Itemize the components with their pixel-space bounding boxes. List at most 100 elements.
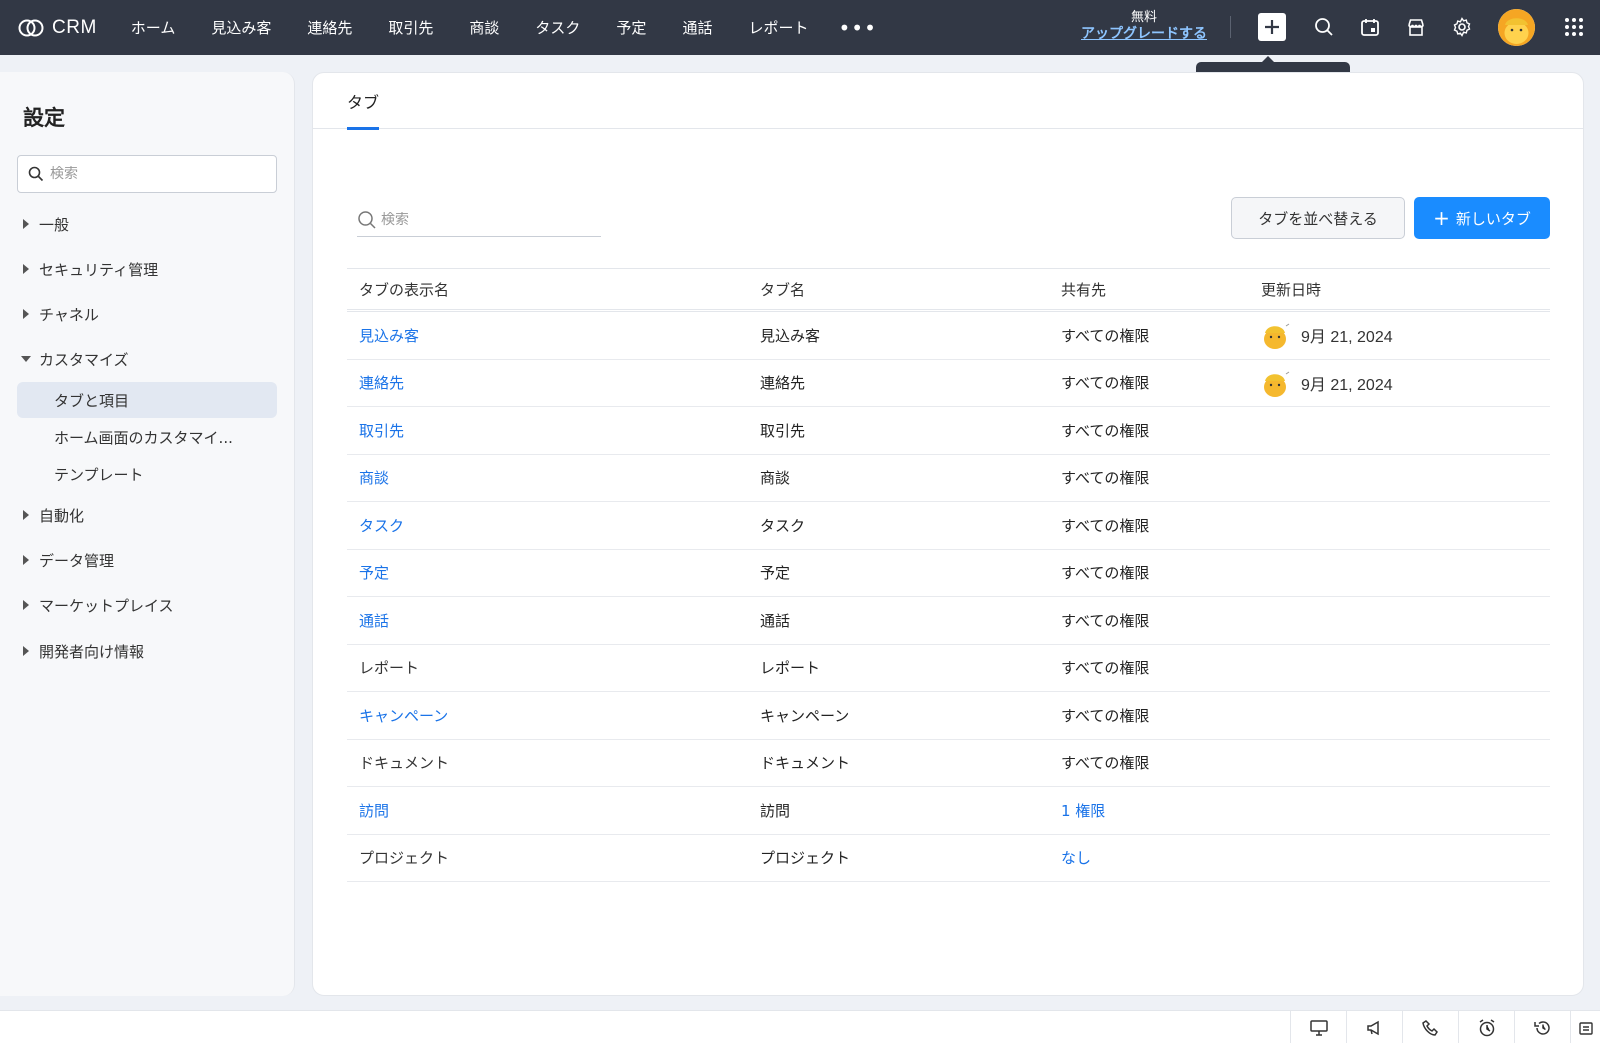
grid-icon [1565,18,1583,36]
tab-name: キャンペーン [760,706,850,725]
nav-contacts[interactable]: 連絡先 [307,17,352,38]
search-button[interactable] [1310,13,1338,41]
sidebar-item-developer[interactable]: 開発者向け情報 [17,633,144,669]
nav-more-icon[interactable]: ••• [838,16,876,40]
tab-display-link[interactable]: 取引先 [347,420,748,441]
nav-events[interactable]: 予定 [616,17,646,38]
tab-display-link[interactable]: 訪問 [347,800,748,821]
caret-right-icon [17,555,35,565]
tab-display-link[interactable]: 商談 [347,467,748,488]
gear-icon [1453,17,1471,37]
sidebar-search-input[interactable] [50,166,250,182]
sidebar-item-data-management[interactable]: データ管理 [17,542,114,578]
table-row: 予定 予定 すべての権限 [347,550,1550,597]
upgrade-link[interactable]: アップグレードする [1070,26,1218,43]
sidebar-item-customize[interactable]: カスタマイズ [17,341,129,377]
table-row: キャンペーン キャンペーン すべての権限 [347,692,1550,740]
sidebar-item-label: 開発者向け情報 [39,642,145,661]
table-row: レポート レポート すべての権限 [347,645,1550,692]
table-row: 連絡先 連絡先 すべての権限 9月 21, 2024 [347,360,1550,407]
avatar-icon [1498,9,1535,46]
header-modified[interactable]: 更新日時 [1249,279,1550,300]
shared-with-link[interactable]: なし [1049,847,1249,868]
tab-display-link[interactable]: 連絡先 [347,372,748,393]
settings-button[interactable] [1448,13,1476,41]
recent-items-button[interactable] [1514,1011,1570,1043]
nav-tasks[interactable]: タスク [535,17,580,38]
nav-leads[interactable]: 見込み客 [211,17,271,38]
tab-name: 通話 [760,611,791,630]
announcements-button[interactable] [1346,1011,1402,1043]
tab-name: プロジェクト [760,849,851,868]
sidebar-subitem-tabs-fields[interactable]: タブと項目 [17,382,277,418]
sidebar-item-security[interactable]: セキュリティ管理 [17,251,158,287]
tabs-search-input[interactable] [381,211,591,228]
shared-with: すべての権限 [1061,564,1150,583]
shared-with: すべての権限 [1061,611,1150,630]
tabs-table: タブの表示名 タブ名 共有先 更新日時 見込み客 見込み客 すべての権限 9月 … [347,268,1550,882]
nav-deals[interactable]: 商談 [469,17,499,38]
user-avatar[interactable] [1498,9,1535,46]
tab-name: タスク [760,516,806,535]
calendar-button[interactable] [1356,13,1384,41]
nav-calls[interactable]: 通話 [682,17,712,38]
tabs-search[interactable] [357,203,601,237]
table-row: ドキュメント ドキュメント すべての権限 [347,740,1550,787]
shared-with: すべての権限 [1061,516,1150,535]
modified-date: 9月 21, 2024 [1301,329,1393,347]
create-menu-button[interactable] [1258,13,1286,41]
crm-logo-icon [18,19,44,36]
modified-cell: 9月 21, 2024 [1249,368,1550,398]
alarm-clock-icon [1479,1018,1494,1036]
reorder-tabs-button[interactable]: タブを並べ替える [1231,197,1405,239]
monitor-icon [1309,1019,1328,1036]
tab-display-link[interactable]: 見込み客 [347,325,748,346]
sidebar-item-label: 自動化 [39,506,85,525]
tab-tabs[interactable]: タブ [347,89,380,130]
phone-button[interactable] [1402,1011,1458,1043]
modified-date: 9月 21, 2024 [1301,376,1393,394]
sidebar-subitem-home-customize[interactable]: ホーム画面のカスタマイ... [17,419,277,455]
remote-support-button[interactable] [1290,1011,1346,1043]
sidebar-item-label: セキュリティ管理 [39,260,159,279]
nav-accounts[interactable]: 取引先 [388,17,433,38]
marketplace-button[interactable] [1402,13,1430,41]
sidebar-item-general[interactable]: 一般 [17,206,69,242]
nav-home[interactable]: ホーム [131,17,176,38]
table-row: 見込み客 見込み客 すべての権限 9月 21, 2024 [347,312,1550,360]
sidebar-item-channels[interactable]: チャネル [17,296,99,332]
reminders-button[interactable] [1458,1011,1514,1043]
sidebar-item-marketplace[interactable]: マーケットプレイス [17,587,174,623]
phone-icon [1421,1019,1438,1036]
sidebar-subitem-templates[interactable]: テンプレート [17,456,277,492]
tab-display-name: プロジェクト [359,849,450,868]
brand-name: CRM [52,16,97,38]
new-tab-label: 新しいタブ [1455,209,1531,228]
store-icon [1408,19,1424,36]
caret-right-icon [17,646,35,656]
shared-with: すべての権限 [1061,469,1150,488]
shared-with-link[interactable]: 1 権限 [1049,800,1249,821]
megaphone-icon [1366,1020,1379,1035]
caret-right-icon [17,264,35,274]
tab-name: 見込み客 [760,326,821,345]
notes-button[interactable] [1570,1011,1600,1043]
nav-reports[interactable]: レポート [748,17,808,38]
sidebar-item-automation[interactable]: 自動化 [17,497,84,533]
tab-display-link[interactable]: キャンペーン [347,705,748,726]
header-display-name[interactable]: タブの表示名 [347,279,748,300]
tab-name: 商談 [760,469,791,488]
top-navigation-bar: CRM ホーム 見込み客 連絡先 取引先 商談 タスク 予定 通話 レポート •… [0,0,1600,55]
tab-display-link[interactable]: タスク [347,515,748,536]
crm-logo[interactable]: CRM [18,17,97,39]
tab-display-link[interactable]: 予定 [347,562,748,583]
apps-button[interactable] [1560,13,1588,41]
header-shared-with[interactable]: 共有先 [1049,279,1249,300]
modifier-avatar-icon [1264,323,1290,350]
header-tab-name[interactable]: タブ名 [748,279,1049,300]
tab-name: ドキュメント [760,754,851,773]
new-tab-button[interactable]: + 新しいタブ [1414,197,1550,239]
sidebar-search[interactable] [17,155,277,193]
tab-header: タブ [313,73,1583,130]
tab-display-link[interactable]: 通話 [347,610,748,631]
